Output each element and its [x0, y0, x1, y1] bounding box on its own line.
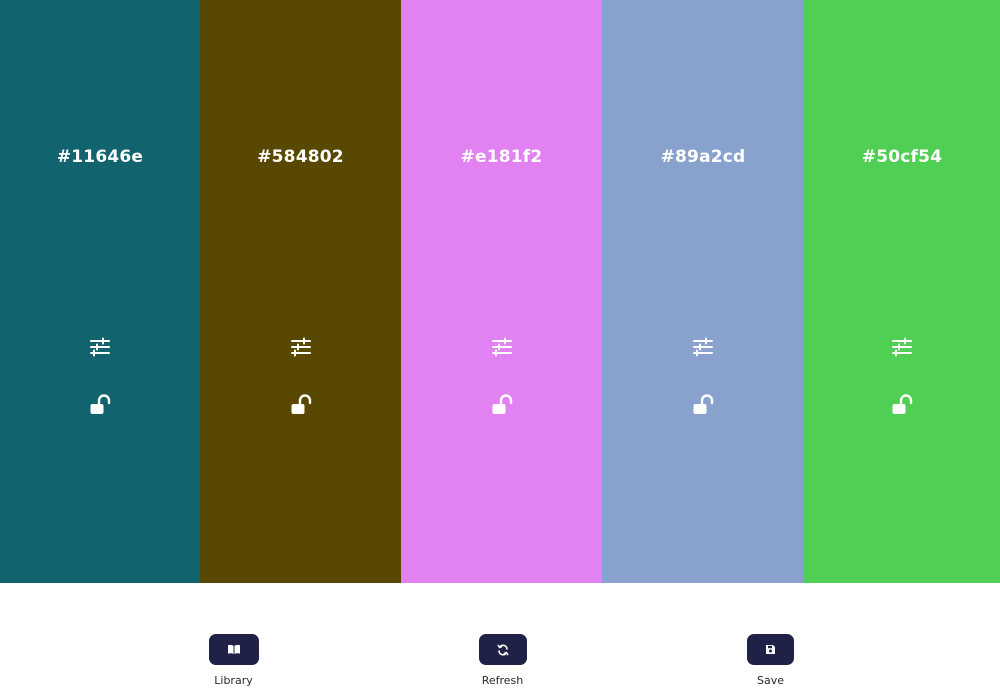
hex-code[interactable]: #11646e	[0, 147, 200, 167]
adjust-button[interactable]	[890, 336, 914, 358]
hex-code[interactable]: #584802	[200, 147, 401, 167]
hex-code[interactable]: #50cf54	[804, 147, 1000, 167]
unlock-icon	[693, 394, 714, 414]
library-label: Library	[214, 674, 253, 687]
save-button[interactable]	[747, 634, 794, 665]
floppy-disk-icon	[766, 645, 775, 654]
sliders-icon	[290, 337, 311, 357]
refresh-tool: Refresh	[478, 634, 527, 687]
sliders-icon	[892, 337, 912, 357]
lock-toggle-button[interactable]	[691, 394, 715, 418]
unlock-icon	[90, 394, 111, 414]
bottom-toolbar: Library Refresh Save	[0, 583, 1000, 700]
color-swatch-1[interactable]: #11646e	[0, 0, 200, 583]
sliders-icon	[90, 337, 110, 357]
refresh-button[interactable]	[478, 634, 527, 665]
color-swatch-4[interactable]: #89a2cd	[602, 0, 804, 583]
refresh-icon	[497, 644, 508, 655]
refresh-label: Refresh	[481, 674, 524, 687]
color-swatch-3[interactable]: #e181f2	[401, 0, 602, 583]
color-palette: #11646e #584802 #e181f2 #89a2cd #50cf54	[0, 0, 1000, 583]
sliders-icon	[693, 337, 713, 357]
color-swatch-2[interactable]: #584802	[200, 0, 401, 583]
unlock-icon	[291, 394, 311, 414]
color-swatch-5[interactable]: #50cf54	[804, 0, 1000, 583]
library-button[interactable]	[208, 634, 259, 665]
save-tool: Save	[746, 634, 795, 687]
hex-code[interactable]: #e181f2	[401, 147, 602, 167]
book-open-icon	[227, 644, 240, 654]
sliders-icon	[491, 337, 512, 357]
save-label: Save	[756, 674, 784, 687]
adjust-button[interactable]	[490, 336, 514, 358]
adjust-button[interactable]	[88, 336, 112, 358]
library-tool: Library	[208, 634, 259, 687]
unlock-icon	[492, 394, 512, 414]
lock-toggle-button[interactable]	[490, 394, 514, 418]
adjust-button[interactable]	[691, 336, 715, 358]
adjust-button[interactable]	[289, 336, 313, 358]
lock-toggle-button[interactable]	[890, 394, 914, 418]
hex-code[interactable]: #89a2cd	[602, 147, 804, 167]
lock-toggle-button[interactable]	[88, 394, 112, 418]
unlock-icon	[892, 394, 913, 414]
lock-toggle-button[interactable]	[289, 394, 313, 418]
